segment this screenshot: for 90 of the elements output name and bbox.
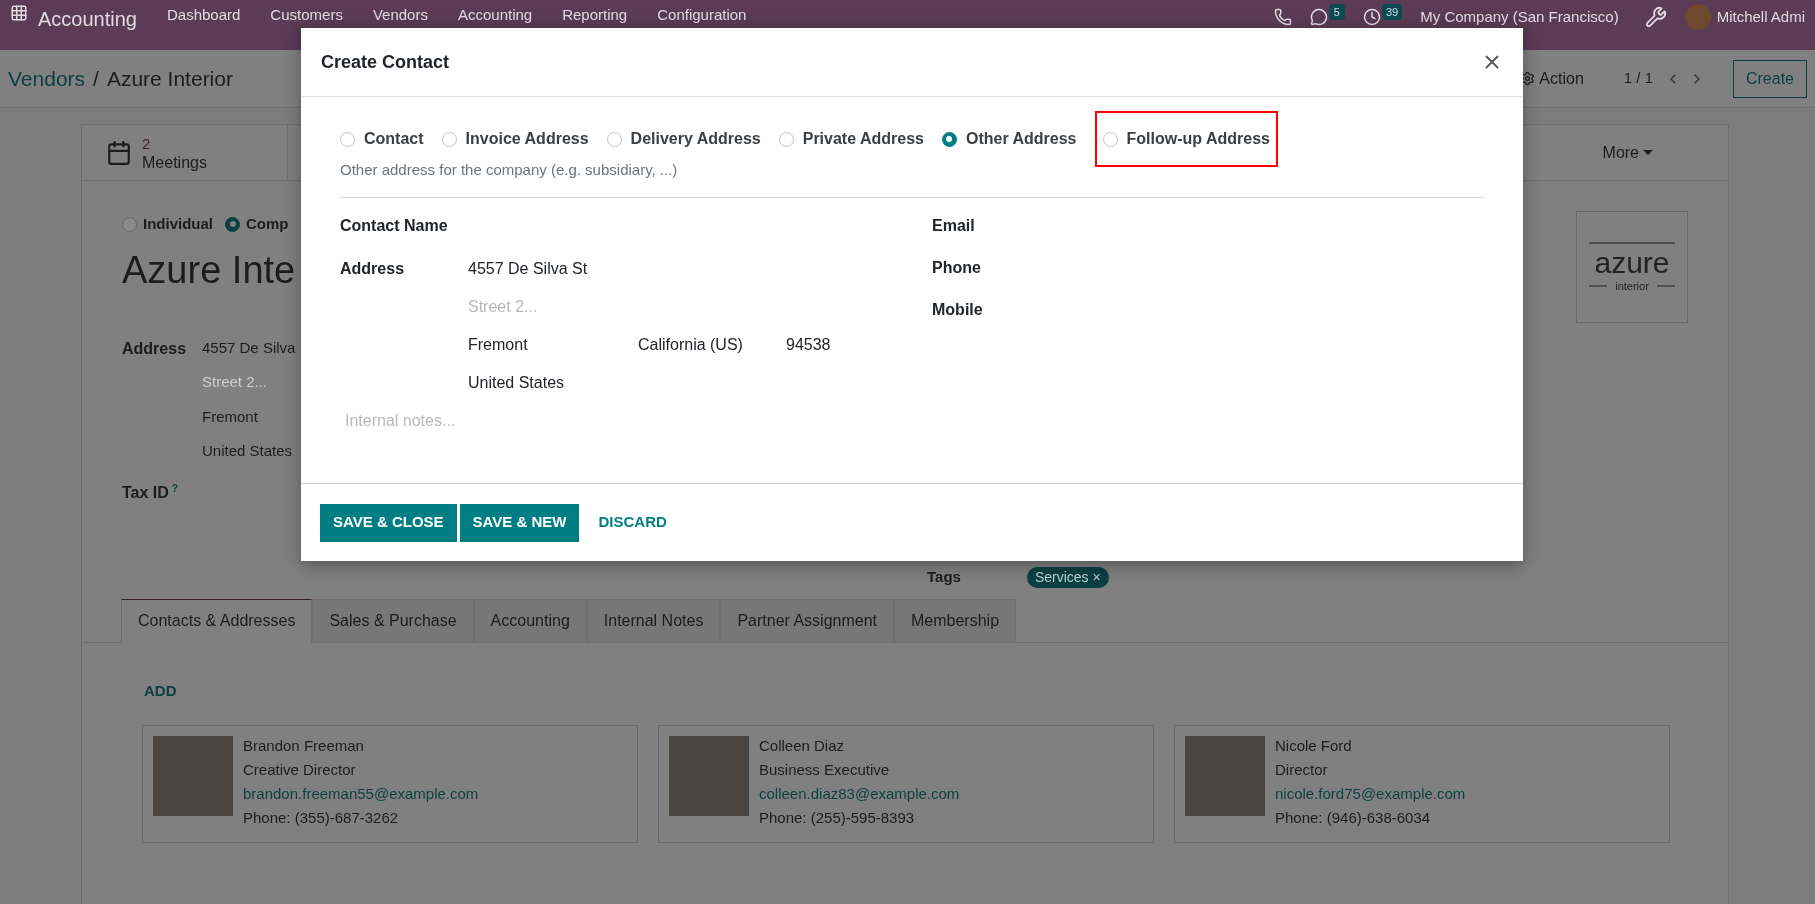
form-tab[interactable]: Contacts & Addresses bbox=[121, 599, 313, 643]
city-value: Fremont bbox=[468, 334, 529, 355]
zip-value: 94538 bbox=[786, 334, 831, 355]
add-link[interactable]: ADD bbox=[144, 682, 177, 699]
company-switcher[interactable]: My Company (San Francisco) bbox=[1420, 5, 1619, 29]
radio-button[interactable] bbox=[122, 216, 137, 232]
radio-button[interactable] bbox=[225, 216, 240, 232]
field-label: Phone bbox=[932, 257, 982, 278]
form-tab[interactable]: Partner Assignment bbox=[720, 599, 894, 643]
form-tab[interactable]: Internal Notes bbox=[586, 599, 721, 643]
tag-chip[interactable]: Services × bbox=[1026, 566, 1109, 588]
breadcrumb-current: Azure Interior bbox=[106, 65, 233, 92]
primary-button[interactable]: SAVE & CLOSE bbox=[320, 503, 457, 542]
contact-card[interactable]: Nicole Ford Director nicole.ford75@example.com Phone: (946)-638-6034 bbox=[1174, 725, 1670, 843]
radio-label: Individual bbox=[143, 214, 213, 234]
form-tab[interactable]: Membership bbox=[894, 599, 1017, 643]
discard-link[interactable]: DISCARD bbox=[582, 503, 683, 542]
field-label: Email bbox=[932, 215, 976, 236]
menu-item[interactable]: Reporting bbox=[562, 4, 628, 27]
field-label: Contact Name bbox=[340, 215, 449, 236]
street2-field[interactable]: Street 2... bbox=[468, 294, 668, 319]
app-name[interactable]: Accounting bbox=[38, 4, 137, 34]
count-badge: 5 bbox=[1328, 3, 1345, 21]
contact-phone: Phone: (355)-687-3262 bbox=[243, 808, 400, 828]
create-button[interactable]: Create bbox=[1732, 59, 1807, 98]
user-name[interactable]: Mitchell Admi bbox=[1716, 5, 1805, 29]
pager-value: 1 / 1 bbox=[1623, 68, 1653, 89]
street-value: 4557 De Silva St bbox=[468, 258, 589, 279]
state-value: California (US) bbox=[638, 334, 744, 355]
meetings-count: 2 bbox=[142, 133, 152, 153]
clock-icon[interactable] bbox=[1363, 8, 1381, 26]
settings-icon[interactable] bbox=[1520, 71, 1536, 86]
radio-label: Comp bbox=[246, 214, 289, 234]
contact-title: Creative Director bbox=[243, 760, 357, 780]
record-name: Azure Inte bbox=[122, 247, 297, 293]
menu-item[interactable]: Dashboard bbox=[166, 4, 241, 27]
apps-menu-icon[interactable] bbox=[10, 4, 28, 22]
meetings-smart-button[interactable]: 2 Meetings bbox=[82, 125, 288, 180]
radio-label: Delivery Address bbox=[630, 129, 761, 149]
field-label: Address bbox=[122, 338, 188, 359]
contact-title: Business Executive bbox=[759, 760, 891, 780]
tools-icon[interactable] bbox=[1644, 6, 1667, 28]
internal-notes-field[interactable]: Internal notes... bbox=[345, 408, 845, 435]
menu-item[interactable]: Customers bbox=[270, 4, 343, 27]
meetings-label: Meetings bbox=[142, 152, 207, 172]
form-tab[interactable]: Accounting bbox=[473, 599, 587, 643]
contact-phone: Phone: (255)-595-8393 bbox=[759, 808, 916, 828]
field-label: Tags bbox=[927, 566, 961, 587]
country-value: United States bbox=[468, 372, 566, 393]
action-menu[interactable]: Action bbox=[1539, 66, 1584, 91]
address-line: Street 2... bbox=[202, 372, 269, 392]
menu-item[interactable]: Configuration bbox=[657, 4, 747, 27]
address-line: United States bbox=[202, 441, 294, 461]
contact-title: Director bbox=[1275, 760, 1329, 780]
more-menu[interactable]: More bbox=[1602, 140, 1639, 165]
radio-label: Follow-up Address bbox=[1126, 129, 1270, 149]
address-line: 4557 De Silva bbox=[202, 337, 296, 358]
radio-label: Contact bbox=[364, 129, 424, 149]
menu-item[interactable]: Vendors bbox=[372, 4, 428, 27]
email-link[interactable]: brandon.freeman55@example.com bbox=[243, 784, 479, 804]
type-description: Other address for the company (e.g. subsidiary, ...) bbox=[340, 160, 679, 180]
caret-icon bbox=[1643, 150, 1653, 155]
contact-name: Colleen Diaz bbox=[759, 736, 846, 756]
contact-card[interactable]: Brandon Freeman Creative Director brandon.freeman55@example.com Phone: (355)-687-3262 bbox=[142, 725, 638, 843]
radio-label: Private Address bbox=[802, 129, 924, 149]
help-mark[interactable]: ? bbox=[171, 480, 178, 505]
count-badge: 39 bbox=[1382, 3, 1403, 21]
contact-phone: Phone: (946)-638-6034 bbox=[1275, 808, 1432, 828]
email-link[interactable]: nicole.ford75@example.com bbox=[1275, 784, 1466, 804]
radio-label: Invoice Address bbox=[465, 129, 589, 149]
primary-button[interactable]: SAVE & NEW bbox=[459, 503, 580, 542]
contact-card[interactable]: Colleen Diaz Business Executive colleen.diaz83@example.com Phone: (255)-595-8393 bbox=[658, 725, 1154, 843]
field-label: Tax ID bbox=[122, 482, 169, 503]
breadcrumb-link[interactable]: Vendors bbox=[8, 62, 86, 95]
contact-name: Nicole Ford bbox=[1275, 736, 1353, 756]
radio-label: Other Address bbox=[965, 129, 1077, 149]
address-line: Fremont bbox=[202, 406, 259, 427]
radio-button[interactable] bbox=[941, 131, 957, 147]
chat-icon[interactable] bbox=[1309, 8, 1328, 26]
field-label: Address bbox=[340, 258, 406, 279]
logo-drawing: azure interior bbox=[1587, 239, 1677, 295]
breadcrumb-separator: / bbox=[93, 65, 99, 92]
form-tab[interactable]: Sales & Purchase bbox=[312, 599, 474, 643]
menu-item[interactable]: Accounting bbox=[457, 4, 533, 27]
phone-icon[interactable] bbox=[1273, 8, 1292, 26]
calendar-icon bbox=[106, 139, 132, 166]
email-link[interactable]: colleen.diaz83@example.com bbox=[759, 784, 960, 804]
dialog-title: Create Contact bbox=[321, 50, 450, 74]
contact-name: Brandon Freeman bbox=[243, 736, 365, 756]
field-label: Mobile bbox=[932, 299, 983, 320]
